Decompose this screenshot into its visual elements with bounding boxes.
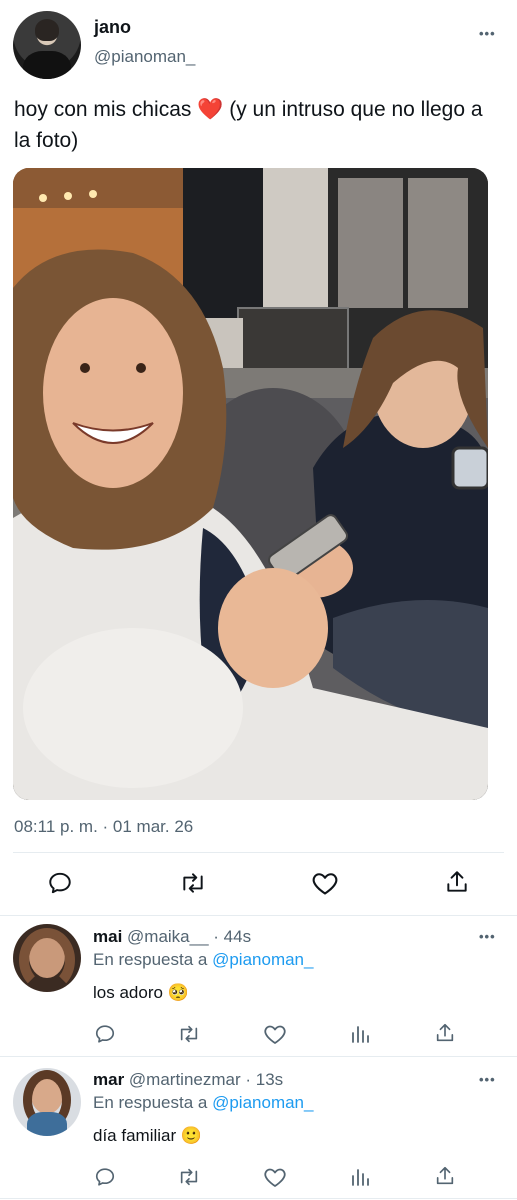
like-icon[interactable]	[263, 1023, 287, 1045]
share-icon[interactable]	[444, 869, 470, 895]
reply-context-label: En respuesta a	[93, 950, 208, 969]
analytics-icon[interactable]	[350, 1167, 370, 1187]
reply-avatar[interactable]	[13, 924, 81, 992]
tweet-timestamp[interactable]: 08:11 p. m. · 01 mar. 26	[14, 817, 193, 837]
reply-time[interactable]: · 13s	[245, 1070, 283, 1089]
more-options-icon[interactable]: •••	[479, 26, 496, 41]
retweet-icon[interactable]	[176, 1166, 202, 1188]
reply-icon[interactable]	[94, 1023, 116, 1045]
reply-author-name[interactable]: mai	[93, 927, 122, 946]
share-icon[interactable]	[434, 1022, 456, 1044]
reply-author-handle[interactable]: @martinezmar	[129, 1070, 241, 1089]
share-icon[interactable]	[434, 1165, 456, 1187]
divider	[0, 1056, 517, 1057]
reply-header: mai @maika__ · 44s	[93, 927, 251, 947]
divider	[13, 852, 504, 853]
reply-context-label: En respuesta a	[93, 1093, 208, 1112]
divider	[0, 1198, 517, 1199]
reply-context: En respuesta a @pianoman_	[93, 1093, 313, 1113]
retweet-icon[interactable]	[176, 1023, 202, 1045]
analytics-icon[interactable]	[350, 1024, 370, 1044]
reply-author-handle[interactable]: @maika__	[127, 927, 209, 946]
reply-icon[interactable]	[94, 1166, 116, 1188]
divider	[0, 915, 517, 916]
reply-avatar[interactable]	[13, 1068, 81, 1136]
reply-text: los adoro 🥺	[93, 983, 189, 1002]
author-avatar[interactable]	[13, 11, 81, 79]
more-options-icon[interactable]: •••	[479, 1072, 496, 1087]
reply-mention-link[interactable]: @pianoman_	[212, 1093, 313, 1112]
like-icon[interactable]	[311, 870, 339, 896]
photo-illustration	[13, 168, 488, 800]
reply-context: En respuesta a @pianoman_	[93, 950, 313, 970]
author-name[interactable]: jano	[94, 17, 131, 38]
reply-author-name[interactable]: mar	[93, 1070, 124, 1089]
reply-time[interactable]: · 44s	[213, 927, 251, 946]
tweet-photo[interactable]	[13, 168, 488, 800]
like-icon[interactable]	[263, 1166, 287, 1188]
author-handle[interactable]: @pianoman_	[94, 47, 195, 67]
more-options-icon[interactable]: •••	[479, 929, 496, 944]
retweet-icon[interactable]	[178, 870, 208, 896]
tweet-text: hoy con mis chicas ❤️ (y un intruso que …	[14, 98, 483, 152]
reply-header: mar @martinezmar · 13s	[93, 1070, 283, 1090]
reply-text: día familiar 🙂	[93, 1126, 203, 1145]
reply-mention-link[interactable]: @pianoman_	[212, 950, 313, 969]
reply-icon[interactable]	[47, 870, 73, 896]
